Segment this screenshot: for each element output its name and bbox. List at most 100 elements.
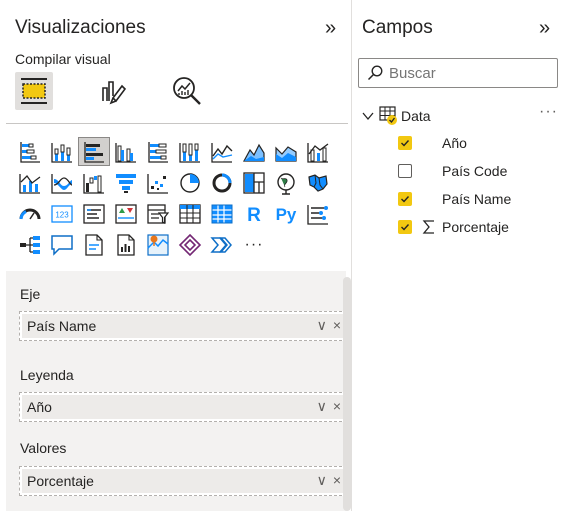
slicer-button[interactable] [142,199,174,228]
map-button[interactable] [270,168,302,197]
matrix-button[interactable] [206,199,238,228]
checkbox-checked[interactable] [398,192,412,206]
stacked-column-icon [51,142,72,163]
key-influencers-button[interactable] [302,199,334,228]
close-icon[interactable]: × [333,472,341,489]
close-icon[interactable]: × [333,398,341,415]
close-icon[interactable]: × [333,317,341,334]
field-item-ano[interactable]: Año [398,133,467,153]
gallery-row: ··· [14,230,344,261]
decomposition-tree-button[interactable] [14,230,46,259]
line-clustered-column-icon [307,142,329,163]
pie-chart-button[interactable] [174,168,206,197]
card-icon: 123 [51,204,73,223]
build-visual-tab[interactable] [15,72,53,110]
stacked-bar-icon [20,141,40,163]
checkbox-checked[interactable] [398,220,412,234]
r-visual-button[interactable]: R [238,199,270,228]
power-apps-button[interactable] [174,230,206,259]
search-icon [367,65,383,81]
funnel-button[interactable] [110,168,142,197]
table-node-data[interactable]: Data [361,106,431,126]
python-visual-label: Py [276,205,297,224]
smart-narrative-button[interactable] [78,230,110,259]
card-icon-label: 123 [55,210,69,219]
clustered-bar-button[interactable] [78,137,110,166]
stacked-area-button[interactable] [270,137,302,166]
scatter-button[interactable] [142,168,174,197]
axis-well[interactable]: País Name ∨ × [19,311,347,341]
line-chart-icon [211,142,233,163]
sigma-icon [422,220,434,234]
values-field-pill[interactable]: Porcentaje ∨ × [22,469,344,493]
analytics-tab[interactable] [168,72,206,110]
100-stacked-column-button[interactable] [174,137,206,166]
arcgis-button[interactable] [142,230,174,259]
chevron-down-icon[interactable]: ∨ [317,317,327,334]
line-chart-button[interactable] [206,137,238,166]
map-icon [277,172,295,195]
axis-field-pill[interactable]: País Name ∨ × [22,314,344,338]
table-visual-button[interactable] [174,199,206,228]
stacked-bar-button[interactable] [14,137,46,166]
gauge-button[interactable] [14,199,46,228]
gallery-row: 123 R Py [14,199,344,230]
more-visuals-button[interactable]: ··· [238,230,270,259]
chevron-down-icon[interactable]: ∨ [317,398,327,415]
visualizations-pane: Visualizaciones » Compilar visual 123 R … [0,0,352,511]
values-well[interactable]: Porcentaje ∨ × [19,466,347,496]
qa-button[interactable] [46,230,78,259]
line-clustered-column-button[interactable] [302,137,334,166]
qa-icon [51,234,73,256]
fields-search[interactable] [358,58,558,88]
treemap-icon [243,171,265,194]
card-button[interactable]: 123 [46,199,78,228]
paginated-report-button[interactable] [110,230,142,259]
donut-chart-icon [212,173,232,192]
field-name: País Name [442,191,512,207]
gallery-row [14,168,344,199]
field-item-pais-name[interactable]: País Name [398,189,511,209]
waterfall-button[interactable] [78,168,110,197]
area-chart-icon [242,143,265,162]
kpi-button[interactable] [110,199,142,228]
format-visual-tab[interactable] [94,72,132,110]
field-item-porcentaje[interactable]: Porcentaje [398,217,509,237]
table-more-options-icon[interactable]: ··· [539,103,558,121]
clustered-column-button[interactable] [110,137,142,166]
field-item-pais-code[interactable]: País Code [398,161,507,181]
multi-row-card-button[interactable] [78,199,110,228]
area-chart-button[interactable] [238,137,270,166]
scatter-icon [147,173,168,194]
search-input[interactable] [389,64,549,82]
collapse-visualizations-icon[interactable]: » [325,17,336,40]
kpi-icon [115,203,137,224]
fields-pane: Campos » Data ··· Año País Code País [353,0,567,511]
treemap-button[interactable] [238,168,270,197]
filled-map-button[interactable] [302,168,334,197]
key-influencers-icon [307,204,328,225]
wells-scrollbar[interactable] [343,277,351,511]
ribbon-chart-button[interactable] [46,168,78,197]
funnel-icon [116,173,136,193]
fields-title: Campos [362,17,433,38]
donut-chart-button[interactable] [206,168,238,197]
legend-well[interactable]: Año ∨ × [19,392,347,422]
line-stacked-column-button[interactable] [14,168,46,197]
power-automate-button[interactable] [206,230,238,259]
checkbox-unchecked[interactable] [398,164,412,178]
slicer-icon [147,203,170,224]
values-well-label: Valores [20,440,67,456]
collapse-fields-icon[interactable]: » [539,17,550,40]
checkbox-checked[interactable] [398,136,412,150]
100-stacked-bar-button[interactable] [142,137,174,166]
arcgis-icon [147,233,169,256]
stacked-column-button[interactable] [46,137,78,166]
clustered-bar-icon [84,141,104,163]
axis-field-controls: ∨ × [317,317,341,334]
build-visual-icon [21,78,47,104]
smart-narrative-icon [85,233,103,256]
python-visual-button[interactable]: Py [270,199,302,228]
legend-field-pill[interactable]: Año ∨ × [22,395,344,419]
chevron-down-icon[interactable]: ∨ [317,472,327,489]
